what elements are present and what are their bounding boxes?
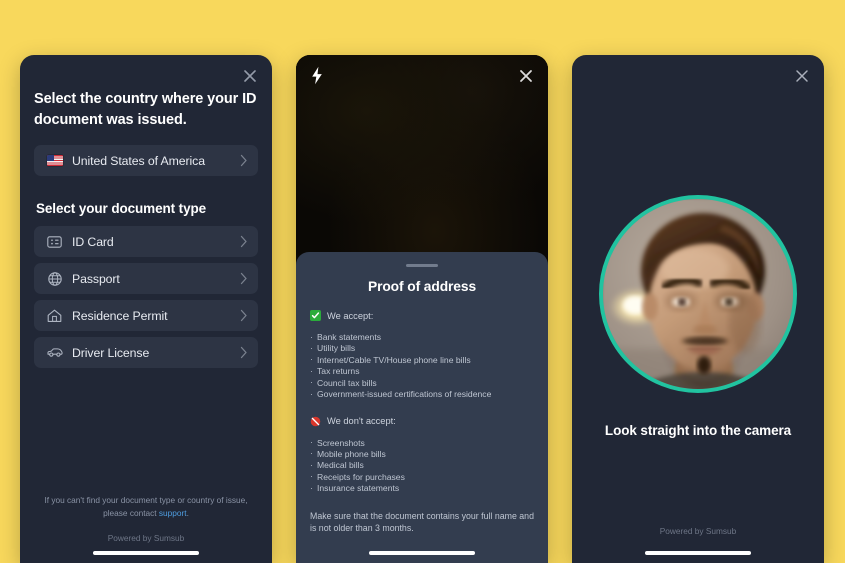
doc-type-row-passport[interactable]: Passport: [34, 263, 258, 295]
flash-icon[interactable]: [310, 66, 324, 85]
doc-type-label: Passport: [72, 271, 120, 286]
rejected-list: Screenshots Mobile phone bills Medical b…: [310, 437, 534, 495]
list-item: Council tax bills: [310, 377, 534, 389]
chevron-right-icon: [240, 235, 248, 248]
home-indicator: [369, 551, 475, 555]
doc-type-row-residence-permit[interactable]: Residence Permit: [34, 300, 258, 332]
doc-type-row-id-card[interactable]: ID Card: [34, 226, 258, 258]
chevron-right-icon: [240, 346, 248, 359]
powered-by-label: Powered by Sumsub: [107, 533, 185, 543]
list-item: Medical bills: [310, 460, 534, 472]
home-icon: [46, 307, 63, 324]
powered-by-label: Powered by Sumsub: [659, 526, 737, 536]
chevron-right-icon: [240, 309, 248, 322]
proof-of-address-sheet: Proof of address We accept: Bank stateme…: [296, 252, 548, 563]
chevron-right-icon: [240, 272, 248, 285]
list-item: Bank statements: [310, 331, 534, 343]
rejected-heading: We don't accept:: [327, 416, 396, 427]
support-footnote-suffix: .: [186, 507, 189, 518]
list-item: Tax returns: [310, 366, 534, 378]
prohibited-icon: [310, 416, 321, 427]
car-icon: [46, 344, 63, 361]
phone-panel-document-select: Select the country where your ID documen…: [20, 55, 272, 563]
liveness-body: Look straight into the camera Powered by…: [572, 55, 824, 563]
list-item: Utility bills: [310, 343, 534, 355]
liveness-caption: Look straight into the camera: [604, 423, 792, 438]
sheet-drag-handle[interactable]: [406, 264, 438, 267]
id-card-icon: [46, 233, 63, 250]
list-item: Mobile phone bills: [310, 448, 534, 460]
camera-viewfinder[interactable]: [296, 55, 548, 255]
screenshot-stage: Select the country where your ID documen…: [0, 0, 845, 563]
support-footnote-prefix: If you can't find your document type or …: [44, 495, 248, 518]
list-item: Internet/Cable TV/House phone line bills: [310, 354, 534, 366]
country-row-label: United States of America: [72, 153, 205, 168]
document-type-heading: Select your document type: [36, 201, 207, 217]
accepted-heading-row: We accept:: [310, 310, 534, 321]
home-indicator: [645, 551, 751, 555]
home-indicator: [93, 551, 199, 555]
sheet-title: Proof of address: [367, 279, 477, 294]
check-badge-icon: [310, 310, 321, 321]
accepted-heading: We accept:: [327, 310, 374, 321]
selfie-preview: [603, 199, 793, 389]
country-row[interactable]: United States of America: [34, 145, 258, 177]
phone-panel-liveness: Look straight into the camera Powered by…: [572, 55, 824, 563]
support-link[interactable]: support: [159, 508, 187, 518]
flag-us-icon: [46, 152, 63, 169]
list-item: Insurance statements: [310, 483, 534, 495]
document-select-body: Select the country where your ID documen…: [20, 55, 272, 563]
support-footnote: If you can't find your document type or …: [40, 494, 252, 519]
face-capture-ring: [599, 195, 797, 393]
doc-type-row-driver-license[interactable]: Driver License: [34, 337, 258, 369]
list-item: Receipts for purchases: [310, 471, 534, 483]
list-item: Screenshots: [310, 437, 534, 449]
rejected-heading-row: We don't accept:: [310, 416, 534, 427]
globe-icon: [46, 270, 63, 287]
doc-type-label: Residence Permit: [72, 308, 168, 323]
chevron-right-icon: [240, 154, 248, 167]
doc-type-label: ID Card: [72, 234, 114, 249]
list-item: Government-issued certifications of resi…: [310, 389, 534, 401]
document-select-footer: If you can't find your document type or …: [20, 494, 272, 543]
page-title: Select the country where your ID documen…: [34, 91, 257, 129]
phone-panel-proof-of-address: Proof of address We accept: Bank stateme…: [296, 55, 548, 563]
close-icon[interactable]: [517, 67, 535, 85]
sheet-note: Make sure that the document contains you…: [310, 510, 534, 534]
accepted-list: Bank statements Utility bills Internet/C…: [310, 331, 534, 401]
doc-type-label: Driver License: [72, 345, 150, 360]
